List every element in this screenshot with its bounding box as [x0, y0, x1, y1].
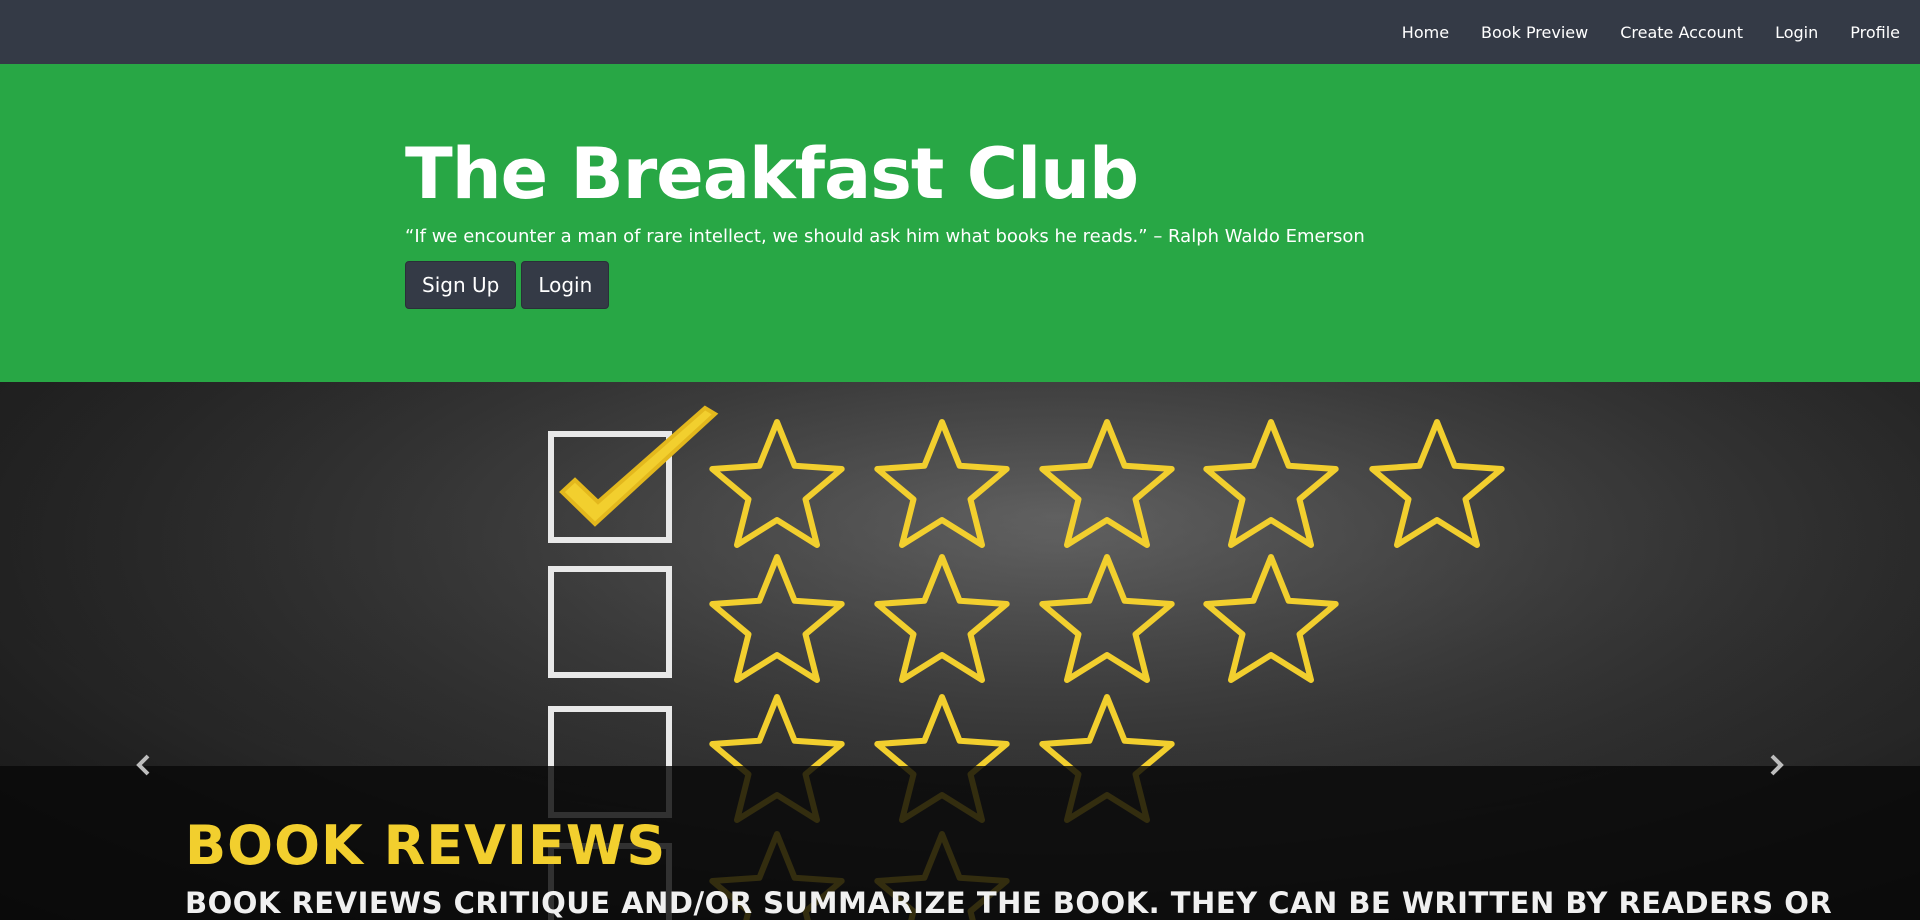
- page-title: The Breakfast Club: [405, 133, 1139, 215]
- top-navbar: Home Book Preview Create Account Login P…: [0, 0, 1920, 64]
- carousel-next-button[interactable]: [1761, 750, 1791, 780]
- hero-section: The Breakfast Club “If we encounter a ma…: [0, 64, 1920, 382]
- hero-content: The Breakfast Club “If we encounter a ma…: [405, 134, 1365, 309]
- hero-buttons: Sign Up Login: [405, 261, 1365, 309]
- carousel-slide-title: BOOK REVIEWS: [185, 814, 667, 877]
- carousel-prev-button[interactable]: [129, 750, 159, 780]
- nav-create-account-link[interactable]: Create Account: [1620, 23, 1743, 42]
- image-carousel: BOOK REVIEWS BOOK REVIEWS CRITIQUE AND/O…: [0, 382, 1920, 920]
- hero-quote: “If we encounter a man of rare intellect…: [405, 226, 1365, 247]
- carousel-caption: BOOK REVIEWS BOOK REVIEWS CRITIQUE AND/O…: [0, 766, 1920, 920]
- carousel-slide-text: BOOK REVIEWS CRITIQUE AND/OR SUMMARIZE T…: [185, 886, 1833, 920]
- chevron-left-icon: [136, 754, 150, 776]
- nav-book-preview-link[interactable]: Book Preview: [1481, 23, 1588, 42]
- sign-up-button[interactable]: Sign Up: [405, 261, 517, 309]
- nav-login-link[interactable]: Login: [1775, 23, 1818, 42]
- login-button[interactable]: Login: [521, 261, 610, 309]
- chevron-right-icon: [1770, 754, 1784, 776]
- nav-profile-link[interactable]: Profile: [1850, 23, 1900, 42]
- nav-home-link[interactable]: Home: [1402, 23, 1449, 42]
